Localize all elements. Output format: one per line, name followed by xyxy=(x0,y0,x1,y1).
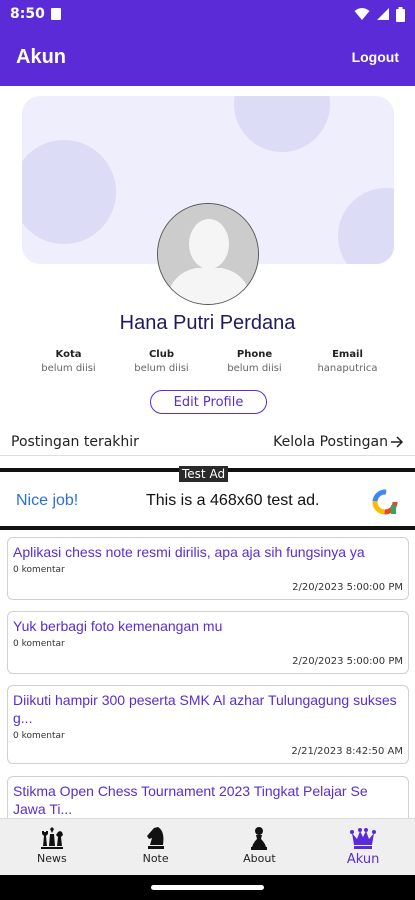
sd-card-icon xyxy=(50,8,61,20)
cover-decoration xyxy=(234,96,330,152)
nav-akun[interactable]: Akun xyxy=(311,819,415,875)
post-comments: 0 komentar xyxy=(13,731,65,741)
info-value: hanaputrica xyxy=(317,363,378,374)
status-bar: 8:50 xyxy=(0,0,415,28)
page-title: Akun xyxy=(16,45,66,68)
edit-profile-button[interactable]: Edit Profile xyxy=(150,390,267,414)
profile-info: Kota belum diisi Club belum diisi Phone … xyxy=(22,349,394,374)
post-date: 2/20/2023 5:00:00 PM xyxy=(292,656,403,667)
info-value: belum diisi xyxy=(134,363,189,374)
info-kota: Kota belum diisi xyxy=(22,349,115,374)
post-card[interactable]: Yuk berbagi foto kemenangan mu 0 komenta… xyxy=(7,611,409,674)
divider xyxy=(0,455,415,456)
nav-label: Note xyxy=(142,852,169,865)
post-comments: 0 komentar xyxy=(13,639,65,649)
post-title: Stikma Open Chess Tournament 2023 Tingka… xyxy=(13,783,368,817)
status-time: 8:50 xyxy=(10,6,45,22)
nav-about[interactable]: About xyxy=(208,819,312,875)
info-value: belum diisi xyxy=(227,363,282,374)
nav-label: About xyxy=(243,852,276,865)
info-label: Kota xyxy=(55,349,82,360)
chess-pawn-icon xyxy=(251,827,268,850)
ad-headline: Nice job! xyxy=(16,492,79,509)
signal-icon xyxy=(377,8,389,20)
logout-button[interactable]: Logout xyxy=(352,49,399,65)
post-title: Aplikasi chess note resmi dirilis, apa a… xyxy=(13,544,365,560)
info-label: Email xyxy=(332,349,363,360)
post-card[interactable]: Diikuti hampir 300 peserta SMK Al azhar … xyxy=(7,685,409,764)
post-date: 2/20/2023 5:00:00 PM xyxy=(292,582,403,593)
post-title: Yuk berbagi foto kemenangan mu xyxy=(13,618,223,634)
app-bar: Akun Logout xyxy=(0,28,415,86)
info-label: Phone xyxy=(236,349,273,360)
info-club: Club belum diisi xyxy=(115,349,208,374)
chess-knight-icon xyxy=(146,827,164,849)
manage-posts-link[interactable]: Kelola Postingan xyxy=(273,434,404,450)
posts-header: Postingan terakhir Kelola Postingan xyxy=(11,434,404,450)
home-gesture-handle[interactable] xyxy=(151,885,264,890)
cover-decoration xyxy=(338,188,394,264)
arrow-right-icon xyxy=(391,436,404,448)
chess-king-icon xyxy=(350,828,377,849)
default-user-icon xyxy=(158,204,258,304)
info-email: Email hanaputrica xyxy=(301,349,394,374)
nav-note[interactable]: Note xyxy=(104,819,208,875)
ad-text: This is a 468x60 test ad. xyxy=(146,492,320,509)
system-nav-bar xyxy=(0,875,415,900)
post-comments: 0 komentar xyxy=(13,565,65,575)
post-title: Diikuti hampir 300 peserta SMK Al azhar … xyxy=(13,692,397,726)
nav-label: News xyxy=(37,852,67,865)
chess-pieces-icon xyxy=(40,827,63,849)
avatar[interactable] xyxy=(157,203,259,305)
profile-name: Hana Putri Perdana xyxy=(119,312,296,334)
info-phone: Phone belum diisi xyxy=(208,349,301,374)
manage-posts-label: Kelola Postingan xyxy=(273,434,388,450)
nav-label: Akun xyxy=(346,852,380,867)
wifi-icon xyxy=(354,8,370,20)
status-icons xyxy=(354,6,405,22)
posts-section-title: Postingan terakhir xyxy=(11,434,139,450)
info-value: belum diisi xyxy=(41,363,96,374)
post-card[interactable]: Aplikasi chess note resmi dirilis, apa a… xyxy=(7,537,409,600)
cover-decoration xyxy=(22,140,116,244)
post-date: 2/21/2023 8:42:50 AM xyxy=(291,746,403,757)
ad-badge: Test Ad xyxy=(179,466,229,482)
info-label: Club xyxy=(148,349,175,360)
ad-banner[interactable]: Test Ad Nice job! This is a 468x60 test … xyxy=(0,466,415,530)
battery-icon xyxy=(396,6,405,22)
nav-news[interactable]: News xyxy=(0,819,104,875)
ad-logo-icon xyxy=(372,489,398,515)
bottom-nav: News Note About Akun xyxy=(0,818,415,875)
